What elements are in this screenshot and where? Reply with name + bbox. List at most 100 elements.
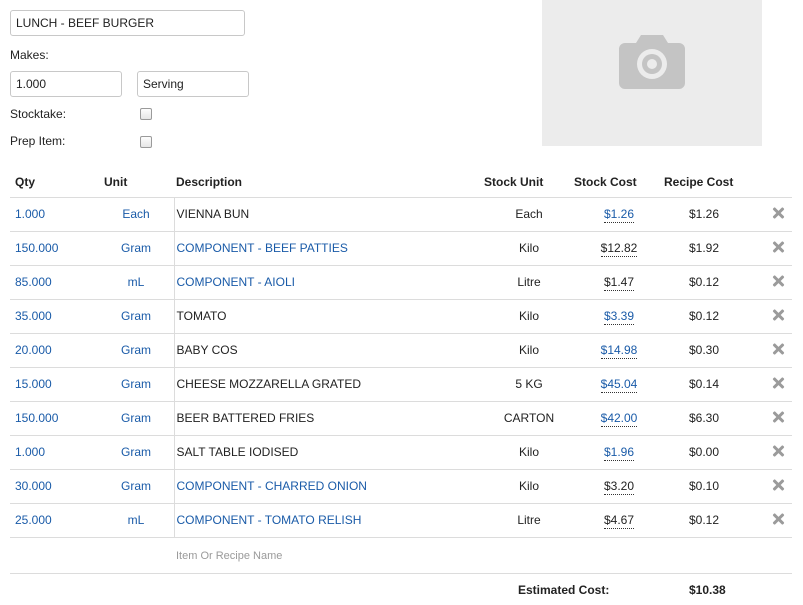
row-description: BABY COS xyxy=(174,333,484,368)
stocktake-label: Stocktake: xyxy=(10,107,67,121)
header-recipe-cost: Recipe Cost xyxy=(664,168,744,198)
row-stock-cost-cell: $45.04 xyxy=(574,367,664,402)
table-row: 150.000 Gram COMPONENT - BEEF PATTIES Kilo $… xyxy=(10,231,792,266)
row-delete-cell xyxy=(744,503,792,538)
row-delete-cell xyxy=(744,367,792,402)
prep-item-checkbox[interactable] xyxy=(140,136,152,148)
close-icon[interactable] xyxy=(772,445,784,457)
makes-unit-input[interactable] xyxy=(137,71,249,97)
row-stock-cost-cell: $3.39 xyxy=(574,299,664,334)
row-qty[interactable]: 85.000 xyxy=(10,265,100,300)
table-row: 1.000 Each VIENNA BUN Each $1.26 $1.26 xyxy=(10,197,792,232)
row-unit[interactable]: Each xyxy=(100,197,172,232)
new-item-row xyxy=(10,537,792,574)
row-unit[interactable]: Gram xyxy=(100,367,172,402)
row-stock-unit: CARTON xyxy=(484,401,574,436)
row-recipe-cost: $1.26 xyxy=(664,197,744,232)
row-description-link[interactable]: COMPONENT - BEEF PATTIES xyxy=(174,231,484,266)
makes-qty-input[interactable] xyxy=(10,71,122,97)
row-unit[interactable]: Gram xyxy=(100,333,172,368)
row-recipe-cost: $0.14 xyxy=(664,367,744,402)
row-delete-cell xyxy=(744,435,792,470)
header-stock-cost: Stock Cost xyxy=(574,168,664,198)
row-stock-cost-cell: $12.82 xyxy=(574,231,664,266)
row-qty[interactable]: 30.000 xyxy=(10,469,100,504)
row-stock-cost-cell: $1.47 xyxy=(574,265,664,300)
row-stock-cost-cell: $3.20 xyxy=(574,469,664,504)
row-stock-cost[interactable]: $4.67 xyxy=(603,513,635,529)
row-stock-cost[interactable]: $1.47 xyxy=(603,275,635,291)
row-stock-unit: Litre xyxy=(484,503,574,538)
close-icon[interactable] xyxy=(772,207,784,219)
row-stock-cost[interactable]: $1.26 xyxy=(603,207,635,223)
header-qty: Qty xyxy=(10,168,100,198)
row-delete-cell xyxy=(744,401,792,436)
close-icon[interactable] xyxy=(772,479,784,491)
row-qty[interactable]: 150.000 xyxy=(10,231,100,266)
row-recipe-cost: $0.12 xyxy=(664,299,744,334)
row-recipe-cost: $6.30 xyxy=(664,401,744,436)
row-stock-cost[interactable]: $1.96 xyxy=(603,445,635,461)
close-icon[interactable] xyxy=(772,377,784,389)
recipe-photo-placeholder[interactable] xyxy=(542,0,762,146)
row-qty[interactable]: 15.000 xyxy=(10,367,100,402)
close-icon[interactable] xyxy=(772,275,784,287)
row-unit[interactable]: Gram xyxy=(100,401,172,436)
row-description: BEER BATTERED FRIES xyxy=(174,401,484,436)
row-recipe-cost: $0.30 xyxy=(664,333,744,368)
row-recipe-cost: $0.00 xyxy=(664,435,744,470)
row-stock-cost[interactable]: $45.04 xyxy=(600,377,638,393)
table-row: 1.000 Gram SALT TABLE IODISED Kilo $1.96 $0.0… xyxy=(10,435,792,470)
row-recipe-cost: $0.12 xyxy=(664,503,744,538)
row-qty[interactable]: 25.000 xyxy=(10,503,100,538)
close-icon[interactable] xyxy=(772,241,784,253)
row-delete-cell xyxy=(744,299,792,334)
row-delete-cell xyxy=(744,333,792,368)
row-unit[interactable]: Gram xyxy=(100,231,172,266)
table-row: 30.000 Gram COMPONENT - CHARRED ONION Kilo $… xyxy=(10,469,792,504)
estimated-cost-value: $10.38 xyxy=(689,583,726,597)
stocktake-checkbox[interactable] xyxy=(140,108,152,120)
recipe-name-input[interactable] xyxy=(10,10,245,36)
new-item-input[interactable] xyxy=(174,547,474,565)
table-header-row: Qty Unit Description Stock Unit Stock Co… xyxy=(10,168,792,198)
row-description-link[interactable]: COMPONENT - TOMATO RELISH xyxy=(174,503,484,538)
row-qty[interactable]: 20.000 xyxy=(10,333,100,368)
row-stock-unit: Kilo xyxy=(484,231,574,266)
row-description: SALT TABLE IODISED xyxy=(174,435,484,470)
row-description-link[interactable]: COMPONENT - AIOLI xyxy=(174,265,484,300)
row-unit[interactable]: mL xyxy=(100,265,172,300)
row-stock-cost[interactable]: $3.20 xyxy=(603,479,635,495)
ingredients-table: Qty Unit Description Stock Unit Stock Co… xyxy=(10,168,792,538)
table-row: 35.000 Gram TOMATO Kilo $3.39 $0.12 xyxy=(10,299,792,334)
row-delete-cell xyxy=(744,197,792,232)
row-unit[interactable]: Gram xyxy=(100,299,172,334)
row-stock-unit: Kilo xyxy=(484,469,574,504)
row-stock-cost[interactable]: $3.39 xyxy=(603,309,635,325)
row-stock-cost[interactable]: $12.82 xyxy=(600,241,638,257)
close-icon[interactable] xyxy=(772,343,784,355)
table-row: 25.000 mL COMPONENT - TOMATO RELISH Litre $4… xyxy=(10,503,792,538)
row-delete-cell xyxy=(744,231,792,266)
row-unit[interactable]: mL xyxy=(100,503,172,538)
row-qty[interactable]: 35.000 xyxy=(10,299,100,334)
row-stock-unit: Kilo xyxy=(484,435,574,470)
close-icon[interactable] xyxy=(772,411,784,423)
row-unit[interactable]: Gram xyxy=(100,435,172,470)
row-qty[interactable]: 1.000 xyxy=(10,435,100,470)
row-description: TOMATO xyxy=(174,299,484,334)
row-stock-cost[interactable]: $42.00 xyxy=(600,411,638,427)
row-recipe-cost: $0.10 xyxy=(664,469,744,504)
row-stock-cost[interactable]: $14.98 xyxy=(600,343,638,359)
row-stock-cost-cell: $1.96 xyxy=(574,435,664,470)
row-qty[interactable]: 150.000 xyxy=(10,401,100,436)
row-stock-cost-cell: $14.98 xyxy=(574,333,664,368)
row-qty[interactable]: 1.000 xyxy=(10,197,100,232)
table-row: 15.000 Gram CHEESE MOZZARELLA GRATED 5 KG $4… xyxy=(10,367,792,402)
row-description-link[interactable]: COMPONENT - CHARRED ONION xyxy=(174,469,484,504)
row-unit[interactable]: Gram xyxy=(100,469,172,504)
header-description: Description xyxy=(174,168,484,198)
close-icon[interactable] xyxy=(772,513,784,525)
close-icon[interactable] xyxy=(772,309,784,321)
table-row: 20.000 Gram BABY COS Kilo $14.98 $0.30 xyxy=(10,333,792,368)
